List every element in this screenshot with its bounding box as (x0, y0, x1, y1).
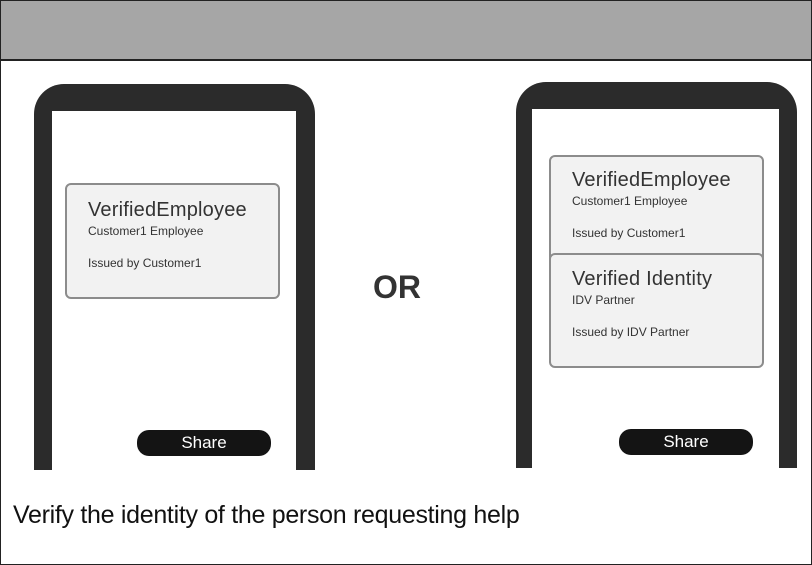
verified-employee-card[interactable]: VerifiedEmployee Customer1 Employee Issu… (65, 183, 280, 299)
verified-identity-card[interactable]: Verified Identity IDV Partner Issued by … (549, 253, 764, 368)
right-phone: VerifiedEmployee Customer1 Employee Issu… (516, 82, 797, 468)
card-subtitle: Customer1 Employee (572, 194, 688, 208)
card-subtitle: Customer1 Employee (88, 224, 204, 238)
left-phone: VerifiedEmployee Customer1 Employee Issu… (34, 84, 315, 470)
card-issuer: Issued by Customer1 (572, 226, 686, 240)
diagram-frame: VerifiedEmployee Customer1 Employee Issu… (0, 0, 812, 565)
share-button[interactable]: Share (137, 430, 271, 456)
verified-employee-card[interactable]: VerifiedEmployee Customer1 Employee Issu… (549, 155, 764, 263)
right-phone-screen: VerifiedEmployee Customer1 Employee Issu… (532, 109, 779, 468)
card-issuer: Issued by Customer1 (88, 256, 202, 270)
card-title: VerifiedEmployee (88, 199, 247, 221)
left-phone-screen: VerifiedEmployee Customer1 Employee Issu… (52, 111, 296, 470)
header-bar (1, 1, 811, 61)
card-title: Verified Identity (572, 268, 713, 290)
or-separator: OR (373, 269, 421, 305)
share-button[interactable]: Share (619, 429, 753, 455)
card-issuer: Issued by IDV Partner (572, 325, 690, 339)
caption: Verify the identity of the person reques… (13, 501, 520, 529)
card-title: VerifiedEmployee (572, 169, 731, 191)
card-subtitle: IDV Partner (572, 293, 635, 307)
